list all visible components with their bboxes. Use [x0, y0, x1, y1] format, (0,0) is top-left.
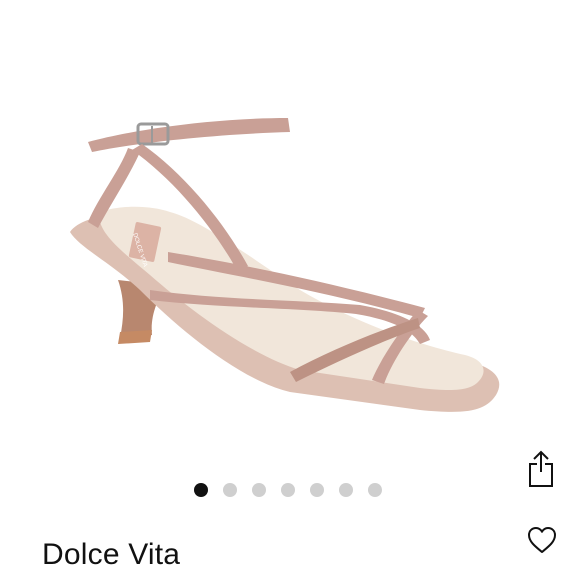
ankle-strap	[88, 118, 290, 152]
carousel-dot[interactable]	[310, 483, 324, 497]
sandal-illustration: DOLCE VITA	[70, 118, 500, 412]
carousel-dot[interactable]	[194, 483, 208, 497]
carousel-dot[interactable]	[339, 483, 353, 497]
share-icon	[529, 450, 553, 487]
carousel-dot[interactable]	[223, 483, 237, 497]
carousel-dot[interactable]	[252, 483, 266, 497]
share-button[interactable]	[522, 446, 560, 490]
carousel-dots	[194, 483, 382, 497]
heart-icon	[528, 527, 556, 553]
carousel-dot[interactable]	[281, 483, 295, 497]
carousel-dot[interactable]	[368, 483, 382, 497]
product-image[interactable]: DOLCE VITA	[0, 0, 580, 460]
brand-name[interactable]: Dolce Vita	[42, 538, 180, 572]
heel-tip	[118, 330, 152, 344]
like-button[interactable]	[522, 521, 562, 559]
